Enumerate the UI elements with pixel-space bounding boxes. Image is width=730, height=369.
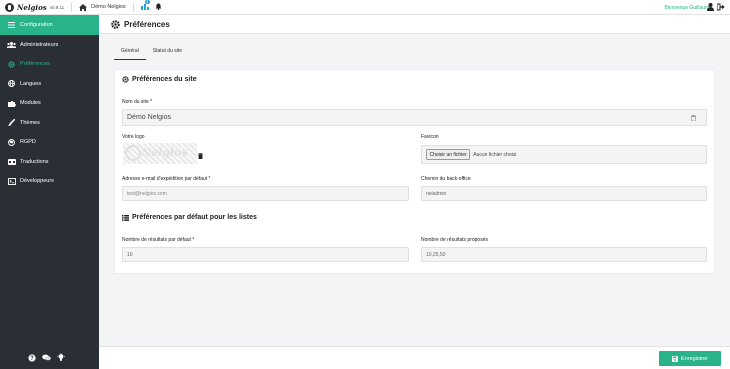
favicon-label: Favicon — [421, 134, 439, 140]
list-icon — [122, 214, 129, 221]
tab-general[interactable]: Général — [114, 45, 146, 60]
trash-icon — [691, 115, 696, 122]
comments-icon — [42, 354, 51, 361]
terminal-icon — [7, 177, 16, 185]
logo-text: Nelgios — [17, 2, 47, 12]
sidebar-item-label: Développeurs — [20, 178, 54, 185]
globe-icon — [7, 80, 16, 88]
welcome-text: Bienvenue Guillaume — [664, 4, 712, 11]
proposed-results-field[interactable]: 10,25,50 — [421, 247, 707, 262]
brush-icon — [7, 119, 16, 127]
logo-mark-icon — [125, 145, 141, 161]
email-field[interactable]: test@nelgios.com — [122, 186, 409, 201]
tab-site-status[interactable]: Statut du site — [146, 45, 189, 60]
site-name-value: Démo Nelgios — [127, 114, 171, 121]
sidebar-item-label: Configuration — [20, 22, 53, 28]
home-icon — [79, 3, 88, 11]
email-placeholder: test@nelgios.com — [127, 190, 167, 197]
sidebar-item-modules[interactable]: Modules — [0, 94, 99, 114]
save-button-label: Enregistrer — [681, 355, 708, 362]
no-file-text: Aucun fichier choisi — [473, 151, 517, 158]
sidebar-item-label: Modules — [20, 100, 41, 107]
default-results-value: 10 — [127, 251, 133, 258]
site-name-field[interactable]: Démo Nelgios — [122, 109, 707, 126]
proposed-results-value: 10,25,50 — [426, 251, 446, 258]
question-icon: ? — [28, 353, 36, 362]
site-preferences-heading: Préférences du site — [122, 76, 197, 83]
backoffice-path-field[interactable]: neladmin — [421, 186, 707, 201]
puzzle-icon — [7, 100, 16, 107]
sign-out-icon — [716, 3, 725, 11]
sidebar-item-label: RGPD — [20, 139, 36, 146]
gear-icon — [7, 61, 16, 68]
sidebar-item-label: Administrateurs — [20, 41, 59, 48]
footer-bar: Enregistrer — [99, 346, 730, 369]
help-button[interactable]: ? — [28, 353, 36, 364]
save-button[interactable]: Enregistrer — [659, 351, 721, 366]
proposed-results-label: Nombre de résultats proposés — [421, 237, 488, 243]
lightbulb-icon — [57, 353, 65, 361]
ideas-button[interactable] — [57, 353, 65, 364]
users-icon — [7, 41, 16, 48]
sidebar-item-langues[interactable]: Langues — [0, 74, 99, 94]
user-icon — [707, 3, 714, 11]
gear-icon — [122, 76, 129, 83]
backoffice-value: neladmin — [426, 190, 447, 197]
divider — [71, 2, 73, 12]
sidebar-item-traductions[interactable]: Traductions — [0, 152, 99, 172]
save-icon — [672, 355, 679, 362]
globe-shield-icon — [7, 138, 16, 146]
tab-bar: Général Statut du site — [114, 45, 189, 60]
logo-preview-text: Nelgios — [141, 146, 188, 159]
user-profile-button[interactable] — [707, 3, 714, 13]
default-results-field[interactable]: 10 — [122, 247, 409, 262]
site-preferences-title: Préférences du site — [132, 76, 197, 83]
gear-icon — [111, 19, 120, 29]
svg-text:?: ? — [30, 356, 34, 362]
delete-logo-button[interactable] — [198, 153, 203, 161]
divider — [132, 2, 134, 12]
sidebar-item-label: Traductions — [20, 158, 49, 165]
top-bar: Nelgios v0.9.11 Démo Nelgios 3 Bienvenue… — [0, 0, 730, 15]
sidebar-item-label: Thèmes — [20, 119, 40, 126]
page-title: Préférences — [124, 19, 170, 29]
sidebar-item-configuration[interactable]: Configuration — [0, 15, 99, 35]
sidebar-item-themes[interactable]: Thèmes — [0, 113, 99, 133]
notifications-button[interactable] — [155, 3, 162, 12]
chart-icon — [140, 3, 149, 10]
choose-file-button[interactable]: Choisir un fichier — [426, 149, 471, 160]
sidebar: Configuration Administrateurs Préférence… — [0, 15, 99, 369]
favicon-file-input[interactable]: Choisir un fichier Aucun fichier choisi — [421, 145, 707, 164]
preferences-card: Préférences du site Nom du site * Démo N… — [114, 69, 715, 274]
site-link-label: Démo Nelgios — [91, 4, 126, 10]
logo-preview: Nelgios — [123, 143, 197, 164]
app-logo[interactable]: Nelgios v0.9.11 — [5, 2, 65, 12]
notification-badge: 3 — [144, 0, 150, 4]
logo-label: Votre logo — [122, 134, 145, 140]
sidebar-item-label: Langues — [20, 80, 42, 87]
trash-icon — [198, 153, 203, 159]
app-version: v0.9.11 — [49, 4, 65, 10]
language-icon — [7, 158, 16, 165]
list-preferences-heading: Préférences par défaut pour les listes — [122, 214, 257, 221]
bell-icon — [155, 3, 162, 10]
list-icon — [7, 22, 16, 28]
site-link[interactable]: Démo Nelgios — [79, 3, 126, 11]
email-label: Adresse e-mail d'expédition par défaut * — [122, 176, 211, 182]
sidebar-item-rgpd[interactable]: RGPD — [0, 133, 99, 153]
page-header: Préférences — [99, 15, 730, 34]
default-results-label: Nombre de résultats par défaut * — [122, 237, 195, 243]
logout-button[interactable] — [716, 3, 725, 13]
logo-mark-icon — [5, 2, 14, 12]
clear-name-button[interactable] — [691, 115, 696, 123]
list-preferences-title: Préférences par défaut pour les listes — [132, 214, 257, 221]
site-name-label: Nom du site * — [122, 99, 153, 105]
sidebar-item-administrateurs[interactable]: Administrateurs — [0, 35, 99, 55]
sidebar-item-label: Préférences — [20, 61, 50, 68]
sidebar-item-developpeurs[interactable]: Développeurs — [0, 172, 99, 192]
backoffice-label: Chemin du back-office — [421, 176, 471, 182]
sidebar-item-preferences[interactable]: Préférences — [0, 55, 99, 75]
chat-button[interactable] — [42, 354, 51, 363]
messages-button[interactable]: 3 — [140, 0, 150, 12]
